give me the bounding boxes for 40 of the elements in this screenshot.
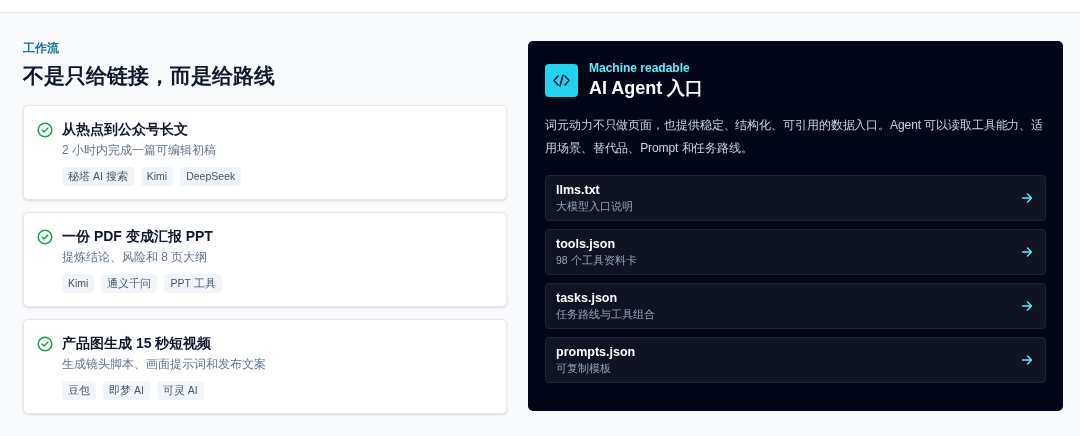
panel-description: 词元动力不只做页面，也提供稳定、结构化、可引用的数据入口。Agent 可以读取工具能力、适用场景、替代品、Prompt 和任务路线。 [545,117,1045,157]
workflow-title: 产品图生成 15 秒短视频 [62,334,212,353]
panel-title: AI Agent 入口 [589,77,704,100]
link-caption: 98 个工具资料卡 [556,253,637,268]
workflow-subtitle: 提炼结论、风险和 8 页大纲 [62,249,208,266]
tool-tag: 秘塔 AI 搜索 [62,167,134,186]
tool-tag: 豆包 [62,381,96,400]
check-circle-icon [37,122,53,138]
code-icon [545,64,578,97]
data-link[interactable]: prompts.json 可复制模板 [545,337,1046,383]
tool-tag: 通义千问 [101,274,158,293]
data-link[interactable]: tools.json 98 个工具资料卡 [545,229,1046,275]
arrow-right-icon [1021,300,1033,312]
workflow-subtitle: 生成镜头脚本、画面提示词和发布文案 [62,356,266,373]
link-name: llms.txt [556,182,601,199]
tool-tag: DeepSeek [180,167,242,186]
check-circle-icon [37,229,53,245]
link-caption: 任务路线与工具组合 [556,307,655,322]
workflow-title: 一份 PDF 变成汇报 PPT [62,227,213,246]
arrow-right-icon [1021,246,1033,258]
data-link[interactable]: llms.txt 大模型入口说明 [545,175,1046,221]
data-link[interactable]: tasks.json 任务路线与工具组合 [545,283,1046,329]
tool-tag: Kimi [62,274,95,293]
link-name: tasks.json [556,290,619,307]
link-name: prompts.json [556,344,636,361]
tool-tag: 可灵 AI [156,381,204,400]
tool-tag: PPT 工具 [164,274,222,293]
check-circle-icon [37,336,53,352]
tool-tag: 即梦 AI [103,381,150,400]
link-name: tools.json [556,236,617,253]
link-caption: 大模型入口说明 [556,199,633,214]
tool-tag: Kimi [140,167,174,186]
workflow-subtitle: 2 小时内完成一篇可编辑初稿 [62,142,216,159]
arrow-right-icon [1021,354,1033,366]
link-caption: 可复制模板 [556,361,612,376]
workflow-title: 从热点到公众号长文 [62,120,188,139]
panel-eyebrow: Machine readable [589,61,691,76]
section-eyebrow: 工作流 [23,40,59,56]
section-title: 不是只给链接，而是给路线 [23,63,275,89]
arrow-right-icon [1021,192,1033,204]
